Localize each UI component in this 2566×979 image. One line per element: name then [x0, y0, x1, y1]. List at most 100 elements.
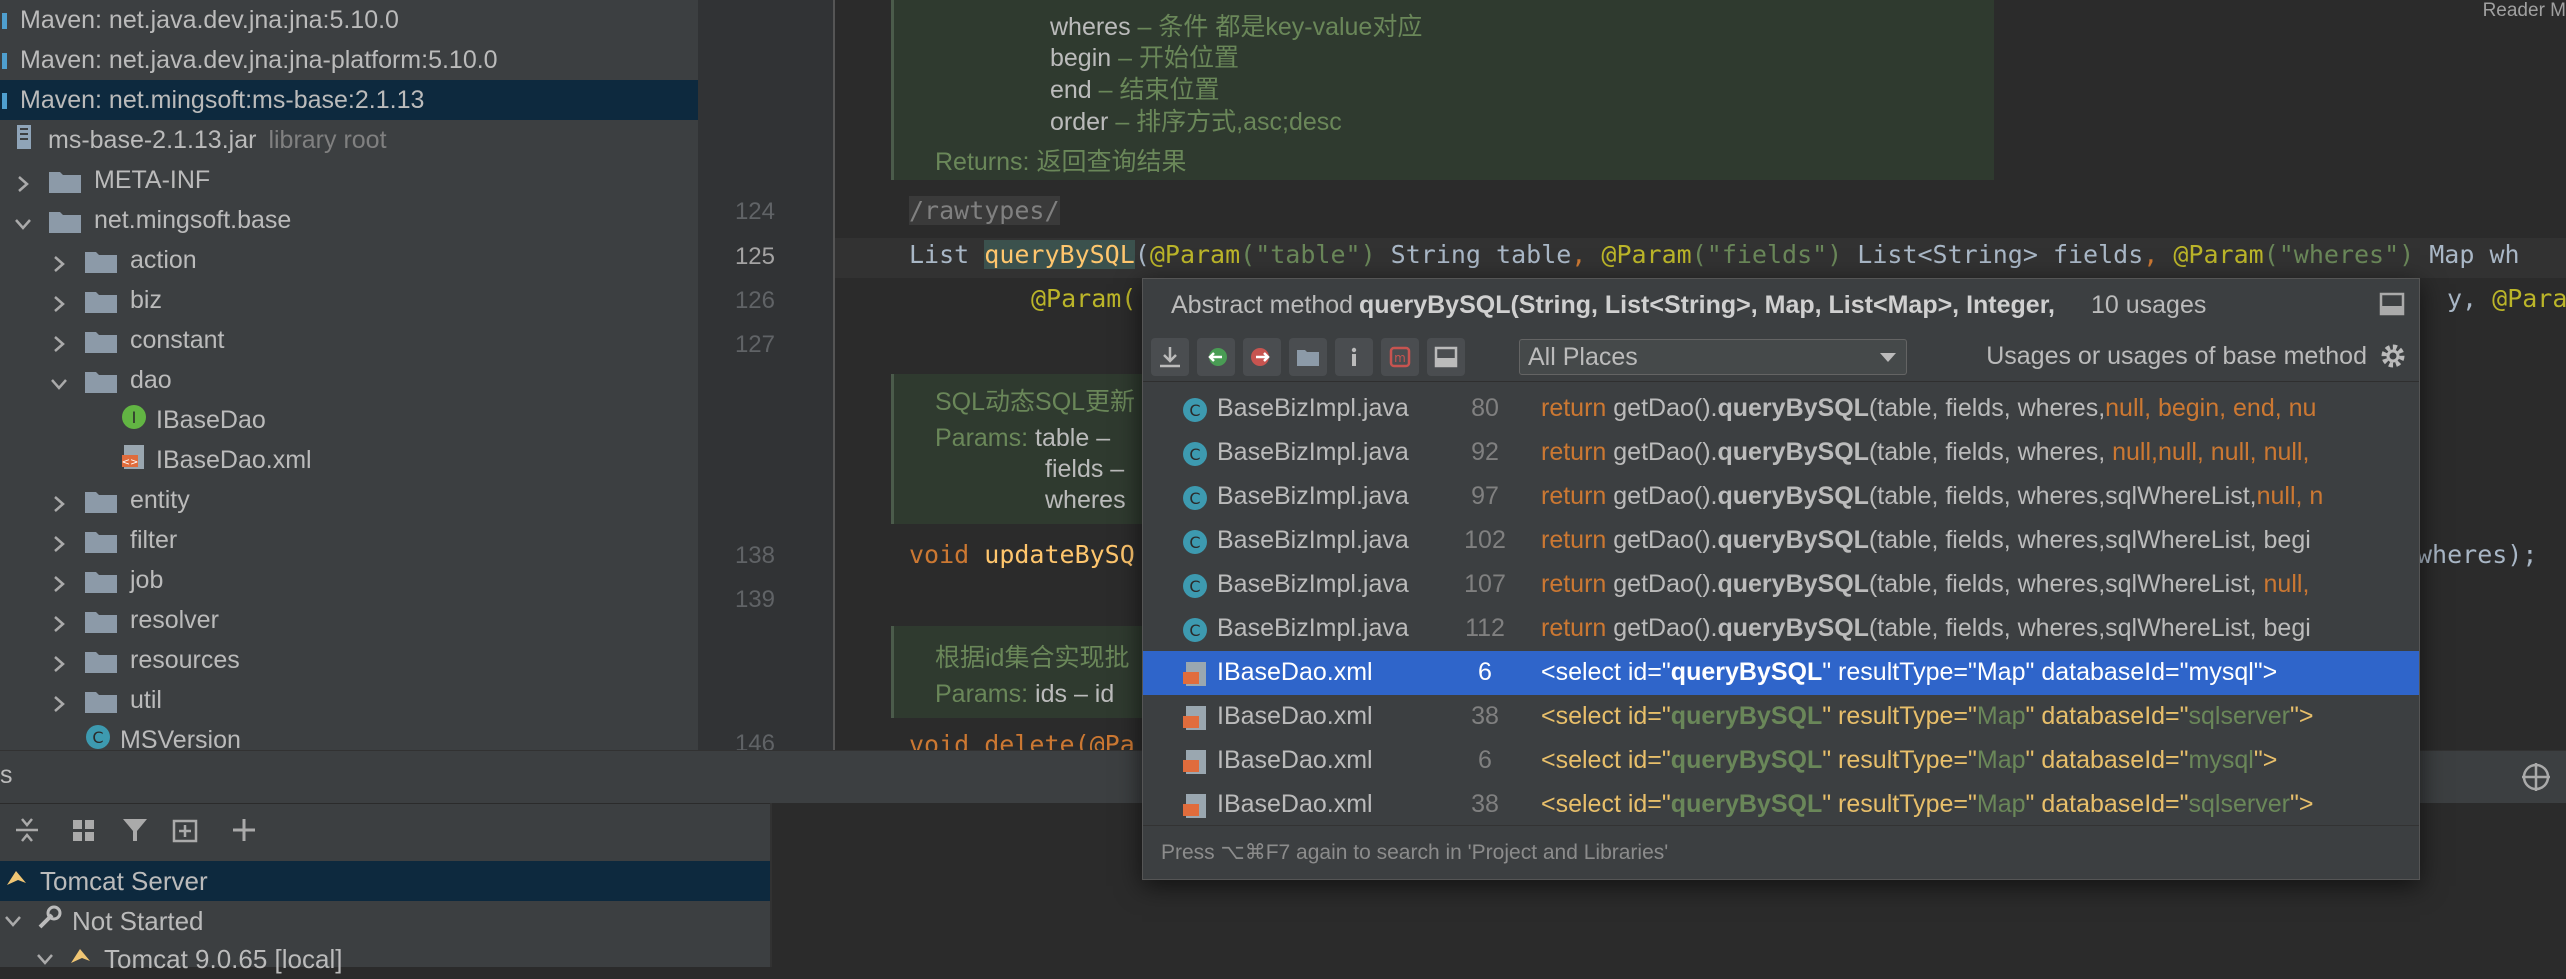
chevron-right-icon[interactable] — [50, 331, 68, 352]
chevron-down-icon[interactable] — [4, 906, 22, 937]
preview-pane-icon[interactable] — [1427, 338, 1465, 376]
tree-item-maven-jna[interactable]: Maven: net.java.dev.jna:jna:5.10.0 — [0, 0, 698, 40]
tree-item-label: Maven: net.mingsoft:ms-base:2.1.13 — [20, 85, 425, 114]
gear-icon[interactable] — [2379, 342, 2407, 370]
java-class-icon: C — [1181, 484, 1209, 512]
chevron-right-icon[interactable] — [50, 491, 68, 512]
package-folder-icon — [84, 688, 118, 713]
tree-item-ibasedao[interactable]: I IBaseDao — [0, 400, 698, 440]
usage-line: 6 — [1478, 746, 1492, 774]
chevron-right-icon[interactable] — [50, 251, 68, 272]
chevron-right-icon[interactable] — [50, 571, 68, 592]
class-icon: C — [84, 723, 112, 751]
service-not-started[interactable]: Not Started — [0, 901, 770, 941]
tree-item-ibasedao-xml[interactable]: <> IBaseDao.xml — [0, 440, 698, 480]
scope-dropdown[interactable]: All Places — [1519, 339, 1907, 375]
package-folder-icon — [84, 528, 118, 553]
chevron-right-icon[interactable] — [50, 611, 68, 632]
svg-text:C: C — [1189, 621, 1200, 640]
tree-item-job[interactable]: job — [0, 560, 698, 600]
code-token: getDao(). — [1613, 614, 1718, 642]
method-name-updatebysql[interactable]: updateBySQ — [984, 540, 1135, 569]
usage-row[interactable]: C BaseBizImpl.java 97 return getDao().qu… — [1143, 475, 2419, 519]
tree-item-maven-jna-platform[interactable]: Maven: net.java.dev.jna:jna-platform:5.1… — [0, 40, 698, 80]
doc-returns: Returns: 返回查询结果 — [935, 142, 1186, 178]
chevron-right-icon[interactable] — [14, 171, 32, 192]
open-in-find-window-icon[interactable] — [2379, 291, 2405, 324]
group-by-icon[interactable] — [70, 815, 100, 850]
tree-item-constant[interactable]: constant — [0, 320, 698, 360]
service-tomcat-server[interactable]: Tomcat Server — [0, 861, 770, 901]
chevron-right-icon[interactable] — [50, 651, 68, 672]
chevron-right-icon[interactable] — [50, 691, 68, 712]
tree-item-maven-ms-base[interactable]: Maven: net.mingsoft:ms-base:2.1.13 — [0, 80, 698, 120]
code-token: (table, fields, wheres,sqlWhereList, — [1868, 570, 2264, 598]
show-write-access-icon[interactable] — [1243, 338, 1281, 376]
method-name-querybysql[interactable]: queryBySQL — [984, 240, 1135, 269]
code-token: " resultType="Map" databaseId="mysql"> — [1822, 658, 2278, 686]
filter-icon[interactable] — [120, 815, 150, 850]
tree-item-msversion[interactable]: C MSVersion — [0, 720, 698, 750]
group-by-directory-icon[interactable] — [1289, 338, 1327, 376]
folder-icon — [48, 168, 82, 193]
doc-param-name: ids – id — [1035, 680, 1115, 708]
service-tomcat-local[interactable]: Tomcat 9.0.65 [local] — [0, 939, 770, 979]
code-token: " databaseId=" — [2025, 790, 2189, 818]
tree-item-meta-inf[interactable]: META-INF — [0, 160, 698, 200]
tree-item-util[interactable]: util — [0, 680, 698, 720]
usage-line: 107 — [1464, 570, 1506, 598]
usage-code: return getDao().queryBySQL(table, fields… — [1541, 614, 2311, 643]
code-token: <select id=" — [1541, 702, 1671, 730]
usage-row[interactable]: C BaseBizImpl.java 112 return getDao().q… — [1143, 607, 2419, 651]
tree-item-resources[interactable]: resources — [0, 640, 698, 680]
merge-usages-icon[interactable] — [1151, 338, 1189, 376]
tree-item-biz[interactable]: biz — [0, 280, 698, 320]
usage-row-selected[interactable]: IBaseDao.xml 6 <select id="queryBySQL" r… — [1143, 651, 2419, 695]
usage-row[interactable]: C BaseBizImpl.java 92 return getDao().qu… — [1143, 431, 2419, 475]
usage-row[interactable]: IBaseDao.xml 38 <select id="queryBySQL" … — [1143, 695, 2419, 739]
tree-item-label: biz — [130, 285, 162, 314]
tree-item-action[interactable]: action — [0, 240, 698, 280]
module-icon[interactable]: m — [1381, 338, 1419, 376]
usage-row[interactable]: C BaseBizImpl.java 102 return getDao().q… — [1143, 519, 2419, 563]
chevron-down-icon[interactable] — [36, 944, 54, 975]
doc-returns-label: Returns: — [935, 148, 1030, 176]
tree-item-dao[interactable]: dao — [0, 360, 698, 400]
tree-item-filter[interactable]: filter — [0, 520, 698, 560]
tree-item-net-mingsoft-base[interactable]: net.mingsoft.base — [0, 200, 698, 240]
info-icon[interactable] — [1335, 338, 1373, 376]
usage-line: 80 — [1471, 394, 1499, 422]
doc-param-desc: – 结束位置 — [1098, 76, 1220, 104]
chevron-right-icon[interactable] — [50, 291, 68, 312]
find-usages-popup[interactable]: Abstract method queryBySQL(String, List<… — [1142, 278, 2420, 880]
usage-line: 92 — [1471, 438, 1499, 466]
usage-row[interactable]: IBaseDao.xml 38 <select id="queryBySQL" … — [1143, 783, 2419, 827]
code-string: Map — [1976, 790, 2026, 818]
usage-row[interactable]: IBaseDao.xml 6 <select id="queryBySQL" r… — [1143, 739, 2419, 783]
tree-item-entity[interactable]: entity — [0, 480, 698, 520]
suppress-annotation: /rawtypes/ — [909, 196, 1060, 225]
chevron-down-icon[interactable] — [14, 211, 32, 230]
project-tree[interactable]: Maven: net.java.dev.jna:jna:5.10.0 Maven… — [0, 0, 698, 750]
tree-item-jar[interactable]: ms-base-2.1.13.jar library root — [0, 120, 698, 160]
add-icon[interactable] — [230, 815, 262, 850]
collapse-all-icon[interactable] — [12, 815, 42, 850]
code-token: Map wh — [2414, 240, 2520, 269]
doc-param-desc: – 开始位置 — [1118, 44, 1239, 72]
tree-item-resolver[interactable]: resolver — [0, 600, 698, 640]
code-keyword: void — [909, 540, 985, 569]
usage-row[interactable]: C BaseBizImpl.java 107 return getDao().q… — [1143, 563, 2419, 607]
target-icon[interactable] — [2520, 761, 2552, 798]
svg-text:C: C — [1189, 401, 1200, 420]
code-keyword: null, — [2256, 482, 2303, 510]
doc-param-name: table – — [1035, 424, 1111, 452]
code-token: wheres); — [2417, 540, 2538, 569]
code-keyword: return — [1541, 438, 1614, 466]
new-window-icon[interactable] — [170, 815, 202, 850]
reader-mode-label[interactable]: Reader M — [2483, 0, 2566, 22]
chevron-down-icon[interactable] — [50, 371, 68, 390]
show-read-access-icon[interactable] — [1197, 338, 1235, 376]
usage-row[interactable]: C BaseBizImpl.java 80 return getDao().qu… — [1143, 387, 2419, 431]
usages-header-prefix: Abstract method — [1171, 290, 1354, 319]
chevron-right-icon[interactable] — [50, 531, 68, 552]
